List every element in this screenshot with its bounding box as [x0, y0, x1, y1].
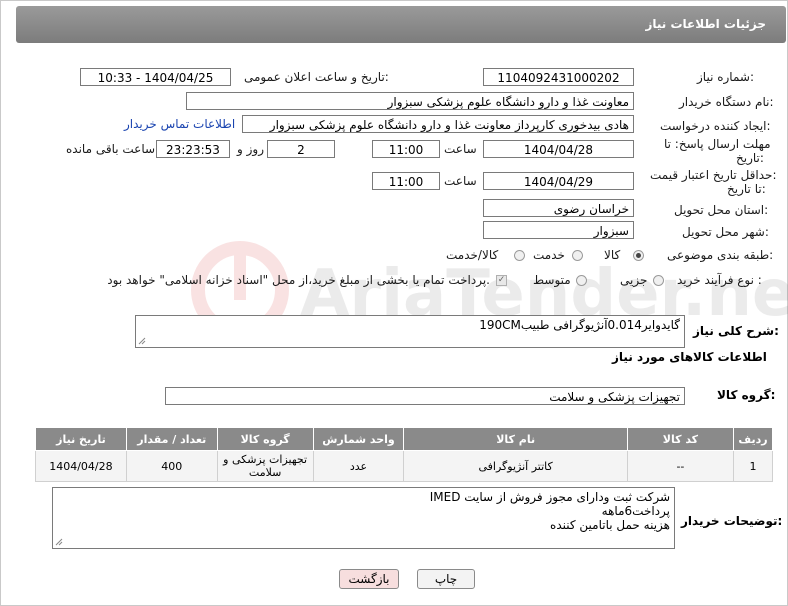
- validity-time-field: 11:00: [372, 172, 440, 190]
- goods-group-field: تجهیزات پزشکی و سلامت: [165, 387, 685, 405]
- deadline-label-date: تاریخ:: [736, 151, 764, 165]
- buyer-notes-label: توضیحات خریدار:: [681, 514, 783, 528]
- deadline-date-field: 1404/04/28: [483, 140, 634, 158]
- cell-group: تجهیزات پزشکی و سلامت: [216, 450, 314, 482]
- category-radio-goods[interactable]: [633, 250, 644, 261]
- page-title: جزئیات اطلاعات نیاز: [645, 17, 766, 31]
- category-option-goods-service: کالا/خدمت: [446, 248, 499, 262]
- need-number-label: شماره نیاز:: [697, 70, 755, 84]
- category-option-goods: کالا: [604, 248, 621, 262]
- purchase-radio-minor[interactable]: [653, 275, 664, 286]
- deadline-time-field: 11:00: [372, 140, 440, 158]
- purchase-radio-medium[interactable]: [576, 275, 587, 286]
- back-button[interactable]: بازگشت: [339, 569, 399, 589]
- validity-label-date: تا تاریخ:: [727, 182, 766, 196]
- cell-row-number: 1: [733, 450, 773, 482]
- category-label: طبقه بندی موضوعی:: [667, 248, 774, 262]
- col-row-number: ردیف: [733, 427, 773, 451]
- remaining-label: ساعت باقی مانده: [66, 142, 156, 156]
- buyer-note-line: شرکت ثبت ودارای مجوز فروش از سایت IMED: [429, 490, 670, 504]
- col-quantity: تعداد / مقدار: [125, 427, 218, 451]
- announce-label: تاریخ و ساعت اعلان عمومی:: [244, 70, 389, 84]
- summary-label: شرح کلی نیاز:: [693, 324, 779, 338]
- cell-need-date: 1404/04/28: [35, 450, 127, 482]
- city-field: سبزوار: [483, 221, 634, 239]
- purchase-option-minor: جزیی: [620, 273, 648, 287]
- goods-table: ردیف کد کالا نام کالا واحد شمارش گروه کا…: [35, 427, 773, 482]
- deadline-time-label: ساعت: [444, 142, 477, 156]
- buyer-org-label: نام دستگاه خریدار:: [679, 95, 774, 109]
- summary-field: گایدوایر0.014آنژیوگرافی طبیب190CM: [135, 315, 685, 348]
- resize-handle-icon: [138, 337, 146, 345]
- table-row: 1 -- کاتتر آنژیوگرافی عدد تجهیزات پزشکی …: [35, 450, 773, 482]
- buyer-note-line: پرداخت6ماهه: [601, 504, 670, 518]
- col-item-code: کد کالا: [626, 427, 735, 451]
- need-number-field: 1104092431000202: [483, 68, 634, 86]
- page-header: جزئیات اطلاعات نیاز: [16, 6, 786, 43]
- buyer-note-line: هزینه حمل باتامین کننده: [550, 518, 670, 532]
- category-option-service: خدمت: [533, 248, 565, 262]
- goods-group-label: گروه کالا:: [717, 388, 776, 402]
- col-item-name: نام کالا: [403, 427, 628, 451]
- validity-label: حداقل تاریخ اعتبار قیمت:: [650, 168, 777, 182]
- days-remaining-field: 2: [267, 140, 335, 158]
- resize-handle-icon: [55, 538, 63, 546]
- cell-quantity: 400: [125, 450, 218, 482]
- purchase-option-medium: متوسط: [533, 273, 571, 287]
- validity-time-label: ساعت: [444, 174, 477, 188]
- announce-datetime-field: 1404/04/25 - 10:33: [80, 68, 231, 86]
- validity-date-field: 1404/04/29: [483, 172, 634, 190]
- cell-item-name: کاتتر آنژیوگرافی: [403, 450, 628, 482]
- category-radio-goods-service[interactable]: [514, 250, 525, 261]
- cell-unit: عدد: [312, 450, 405, 482]
- treasury-payment-checkbox[interactable]: ✓: [496, 275, 507, 286]
- goods-section-title: اطلاعات کالاهای مورد نیاز: [612, 350, 767, 364]
- cell-item-code: --: [626, 450, 735, 482]
- remaining-time-field: 23:23:53: [156, 140, 230, 158]
- buyer-contact-link[interactable]: اطلاعات تماس خریدار: [124, 117, 235, 131]
- col-unit: واحد شمارش: [312, 427, 405, 451]
- treasury-payment-note: پرداخت تمام یا بخشی از مبلغ خرید،از محل …: [107, 273, 490, 287]
- creator-field: هادی بیدخوری کارپرداز معاونت غذا و دارو …: [242, 115, 634, 133]
- city-label: شهر محل تحویل:: [682, 225, 769, 239]
- col-need-date: تاریخ نیاز: [35, 427, 127, 451]
- col-group: گروه کالا: [216, 427, 314, 451]
- province-field: خراسان رضوی: [483, 199, 634, 217]
- province-label: استان محل تحویل:: [674, 203, 769, 217]
- summary-text: گایدوایر0.014آنژیوگرافی طبیب190CM: [479, 318, 680, 332]
- creator-label: ایجاد کننده درخواست:: [660, 119, 771, 133]
- print-button[interactable]: چاپ: [417, 569, 475, 589]
- deadline-label: مهلت ارسال پاسخ: تا: [664, 137, 771, 151]
- category-radio-service[interactable]: [572, 250, 583, 261]
- days-label: روز و: [237, 142, 264, 156]
- buyer-org-field: معاونت غذا و دارو دانشگاه علوم پزشکی سبز…: [186, 92, 634, 110]
- purchase-type-label: نوع فرآیند خرید :: [677, 273, 762, 287]
- goods-table-header: ردیف کد کالا نام کالا واحد شمارش گروه کا…: [35, 427, 773, 451]
- buyer-notes-field: شرکت ثبت ودارای مجوز فروش از سایت IMED پ…: [52, 487, 675, 549]
